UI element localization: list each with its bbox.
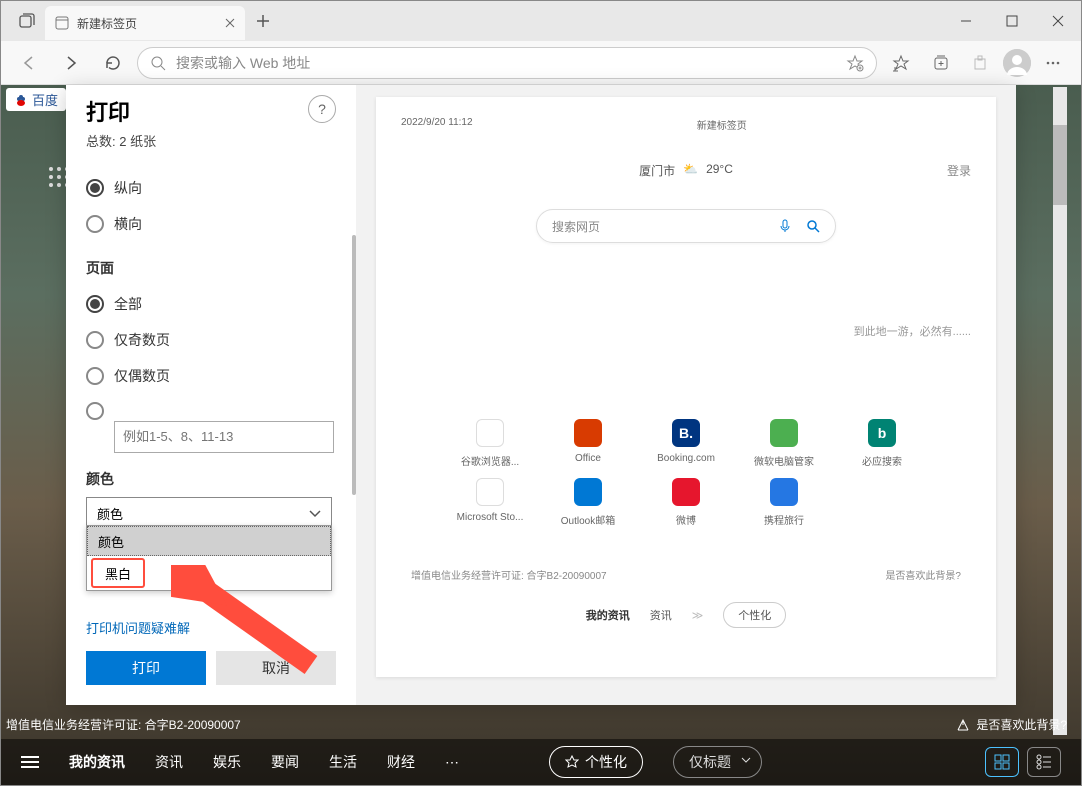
radio-icon [86,402,104,420]
chevron-down-icon [309,510,321,518]
nav-more[interactable]: ⋯ [445,754,459,771]
toolbar-right [883,45,1071,81]
cancel-button[interactable]: 取消 [216,651,336,685]
radio-icon [86,367,104,385]
print-settings-panel: 打印 总数: 2 纸张 ? 纵向 横向 页面 全部 仅奇数页 [66,85,356,705]
preview-login: 登录 [947,162,971,179]
tile: 谷歌浏览器... [451,419,529,468]
preview-bottom-nav: 我的资讯 资讯 ≫ 个性化 [401,602,971,628]
tile: B.Booking.com [647,419,725,468]
tile: 微软电脑管家 [745,419,823,468]
nav-life[interactable]: 生活 [329,752,357,772]
hamburger-icon[interactable] [21,755,39,769]
pages-label: 页面 [86,258,330,278]
tab-close-icon[interactable] [225,18,235,28]
bg-site-label[interactable]: 百度 [6,88,66,111]
nav-my-news[interactable]: 我的资讯 [69,752,125,772]
print-subtitle: 总数: 2 纸张 [86,131,156,150]
troubleshoot-link[interactable]: 打印机问题疑难解 [86,618,336,637]
nav-news[interactable]: 资讯 [155,752,183,772]
radio-icon [86,331,104,349]
color-option-color[interactable]: 颜色 [87,526,331,556]
print-preview: 2022/9/20 11:12 新建标签页 厦门市 ⛅ 29°C 登录 搜索网页… [356,85,1016,705]
preview-like: 是否喜欢此背景? [885,567,961,582]
preview-page: 2022/9/20 11:12 新建标签页 厦门市 ⛅ 29°C 登录 搜索网页… [376,97,996,677]
tabs-button[interactable] [9,3,45,39]
extensions-button[interactable] [963,45,999,81]
print-button[interactable]: 打印 [86,651,206,685]
address-bar[interactable]: 搜索或输入 Web 地址 [137,47,877,79]
help-button[interactable]: ? [308,95,336,123]
tile: 微博 [647,478,725,527]
pages-even[interactable]: 仅偶数页 [86,358,330,394]
nav-entertainment[interactable]: 娱乐 [213,752,241,772]
color-dropdown: 颜色 黑白 [86,525,332,591]
bg-license: 增值电信业务经营许可证: 合字B2-20090007 [6,716,241,733]
maximize-button[interactable] [989,1,1035,41]
pages-odd[interactable]: 仅奇数页 [86,322,330,358]
preview-license: 增值电信业务经营许可证: 合字B2-20090007 [411,567,607,582]
title-only-select[interactable]: 仅标题 [673,746,762,778]
refresh-button[interactable] [95,45,131,81]
search-icon [806,219,820,233]
preview-tiles: 谷歌浏览器... Office B.Booking.com 微软电脑管家 b必应搜索 Mi… [431,419,941,527]
browser-tab[interactable]: 新建标签页 [45,6,245,40]
tile: b必应搜索 [843,419,921,468]
favorite-icon[interactable] [846,54,864,72]
nav-finance[interactable]: 财经 [387,752,415,772]
address-placeholder: 搜索或输入 Web 地址 [176,53,310,73]
profile-avatar[interactable] [1003,49,1031,77]
tab-strip: 新建标签页 [1,1,281,41]
radio-icon [86,179,104,197]
radio-icon [86,295,104,313]
color-label: 颜色 [86,469,330,489]
page-icon [55,16,69,30]
window-controls [943,1,1081,41]
page-scrollbar[interactable] [1053,87,1067,735]
color-option-bw[interactable]: 黑白 [91,558,145,588]
print-title: 打印 [86,95,156,127]
preview-search: 搜索网页 [536,209,836,243]
toolbar: 搜索或输入 Web 地址 [1,41,1081,85]
preview-weather: 厦门市 ⛅ 29°C 登录 [401,162,971,179]
favorites-button[interactable] [883,45,919,81]
forward-button[interactable] [53,45,89,81]
weather-icon: ⛅ [683,162,698,179]
menu-button[interactable] [1035,45,1071,81]
orientation-portrait[interactable]: 纵向 [86,170,330,206]
tab-title: 新建标签页 [77,15,137,32]
bg-like-prompt[interactable]: 是否喜欢此背景? [956,716,1067,733]
layout-grid-button[interactable] [985,747,1019,777]
preview-title: 新建标签页 [697,117,747,132]
search-icon [150,55,166,71]
layout-list-button[interactable] [1027,747,1061,777]
close-button[interactable] [1035,1,1081,41]
titlebar: 新建标签页 [1,1,1081,41]
tile: Office [549,419,627,468]
tile: Microsoft Sto... [451,478,529,527]
panel-scrollbar[interactable] [352,235,356,495]
back-button[interactable] [11,45,47,81]
orientation-landscape[interactable]: 横向 [86,206,330,242]
preview-timestamp: 2022/9/20 11:12 [401,117,473,132]
tile: 携程旅行 [745,478,823,527]
collections-button[interactable] [923,45,959,81]
mic-icon [778,219,792,233]
minimize-button[interactable] [943,1,989,41]
page-range-input[interactable] [114,421,334,453]
print-dialog: 打印 总数: 2 纸张 ? 纵向 横向 页面 全部 仅奇数页 [66,85,1016,705]
preview-placeholder-line: 到此地一游，必然有...... [401,323,971,339]
tile: Outlook邮箱 [549,478,627,527]
radio-icon [86,215,104,233]
nav-headline[interactable]: 要闻 [271,752,299,772]
new-tab-button[interactable] [245,3,281,39]
personalize-button[interactable]: 个性化 [549,746,643,778]
pages-all[interactable]: 全部 [86,286,330,322]
bg-nav-bar: 我的资讯 资讯 娱乐 要闻 生活 财经 ⋯ 个性化 仅标题 [1,739,1081,785]
